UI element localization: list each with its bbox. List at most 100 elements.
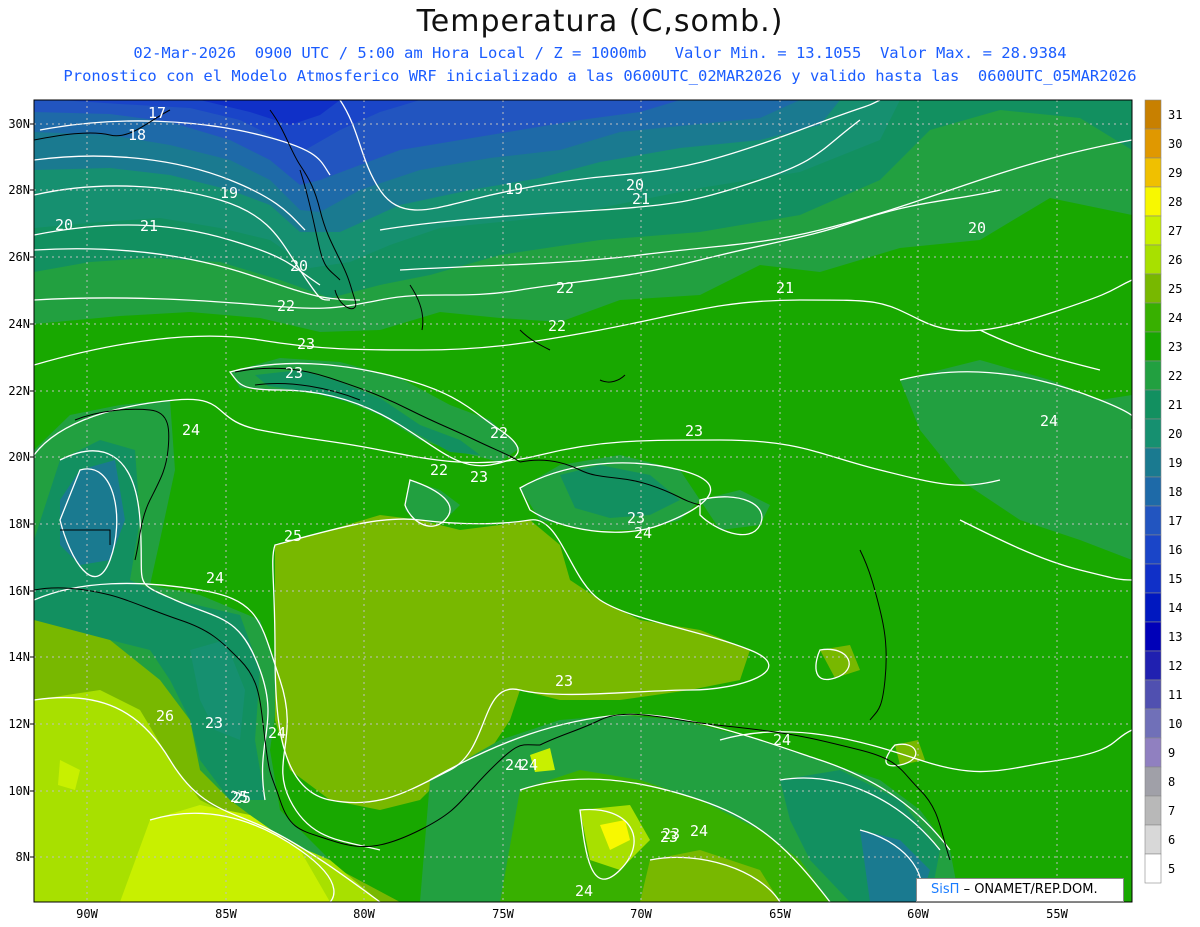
contour-label: 24 [690, 822, 708, 840]
contour-label: 24 [206, 569, 224, 587]
contour-label: 22 [548, 317, 566, 335]
colorbar-label: 24 [1168, 311, 1182, 325]
lat-label-30N: 30N [8, 117, 30, 131]
colorbar-label: 23 [1168, 340, 1182, 354]
colorbar-swatch [1144, 418, 1162, 449]
contour-label: 23 [297, 335, 315, 353]
colorbar-label: 8 [1168, 775, 1175, 789]
contour-label: 22 [277, 297, 295, 315]
contour-label: 25 [233, 789, 251, 807]
colorbar-label: 10 [1168, 717, 1182, 731]
contour-label: 21 [140, 217, 158, 235]
colorbar-swatch [1144, 389, 1162, 420]
sis-brand: SisΠ [931, 882, 960, 897]
colorbar-label: 17 [1168, 514, 1182, 528]
colorbar-swatch [1144, 215, 1162, 246]
contour-label: 24 [1040, 412, 1058, 430]
colorbar-swatch [1144, 273, 1162, 304]
lon-label-60W: 60W [907, 907, 929, 921]
latitude-labels: 30N 28N 26N 24N 22N 20N 18N 16N 14N 12N 10N 8N [8, 117, 34, 864]
lon-label-55W: 55W [1046, 907, 1068, 921]
contour-label: 20 [290, 257, 308, 275]
colorbar-swatch [1144, 737, 1162, 768]
colorbar-label: 20 [1168, 427, 1182, 441]
colorbar-swatch [1144, 563, 1162, 594]
colorbar-label: 6 [1168, 833, 1175, 847]
colorbar-swatch [1144, 795, 1162, 826]
lon-label-85W: 85W [215, 907, 237, 921]
lon-label-65W: 65W [769, 907, 791, 921]
colorbar-swatch [1144, 853, 1162, 884]
contour-label: 26 [156, 707, 174, 725]
colorbar-label: 13 [1168, 630, 1182, 644]
lon-label-70W: 70W [630, 907, 652, 921]
lat-label-8N: 8N [16, 850, 30, 864]
contour-label: 22 [430, 461, 448, 479]
colorbar-label: 22 [1168, 369, 1182, 383]
contour-label: 24 [268, 724, 286, 742]
lat-label-26N: 26N [8, 250, 30, 264]
colorbar-swatch [1144, 186, 1162, 217]
contour-label: 23 [285, 364, 303, 382]
colorbar-swatch [1144, 360, 1162, 391]
colorbar-swatch [1144, 650, 1162, 681]
colorbar-swatch [1144, 476, 1162, 507]
contour-label: 17 [148, 104, 166, 122]
contour-label: 22 [490, 424, 508, 442]
contour-label: 23 [470, 468, 488, 486]
colorbar-swatch [1144, 708, 1162, 739]
colorbar-swatch [1144, 302, 1162, 333]
colorbar-label: 21 [1168, 398, 1182, 412]
contour-label: 19 [505, 180, 523, 198]
colorbar-swatch [1144, 824, 1162, 855]
lat-label-22N: 22N [8, 384, 30, 398]
contour-label: 23 [685, 422, 703, 440]
contour-label: 20 [55, 216, 73, 234]
colorbar-label: 14 [1168, 601, 1182, 615]
lat-label-10N: 10N [8, 784, 30, 798]
contour-label: 24 [520, 756, 538, 774]
colorbar-swatch [1144, 679, 1162, 710]
colorbar-label: 5 [1168, 862, 1175, 876]
colorbar-swatch [1144, 621, 1162, 652]
contour-label: 24 [773, 731, 791, 749]
colorbar-label: 29 [1168, 166, 1182, 180]
credit-box: SisΠ – ONAMET/REP.DOM. [916, 878, 1124, 902]
contour-label: 18 [128, 126, 146, 144]
colorbar-swatch [1144, 128, 1162, 159]
colorbar-label: 19 [1168, 456, 1182, 470]
lat-label-20N: 20N [8, 450, 30, 464]
contour-label: 21 [776, 279, 794, 297]
lat-label-16N: 16N [8, 584, 30, 598]
lon-label-80W: 80W [353, 907, 375, 921]
contour-label: 22 [556, 279, 574, 297]
colorbar-label: 16 [1168, 543, 1182, 557]
colorbar-label: 28 [1168, 195, 1182, 209]
colorbar-swatch [1144, 766, 1162, 797]
contour-label: 24 [182, 421, 200, 439]
colorbar-label: 25 [1168, 282, 1182, 296]
colorbar-label: 12 [1168, 659, 1182, 673]
temperature-map: 171819 19 2020212120 2021222222232322222323… [8, 99, 1182, 921]
colorbar-swatch [1144, 99, 1162, 130]
colorbar-label: 9 [1168, 746, 1175, 760]
colorbar-label: 26 [1168, 253, 1182, 267]
colorbar-swatch [1144, 447, 1162, 478]
contour-label: 21 [632, 190, 650, 208]
colorbar-label: 15 [1168, 572, 1182, 586]
lon-label-75W: 75W [492, 907, 514, 921]
colorbar: 31 30 29 28 27 26 25 24 23 22 21 20 19 18 17 16 15 14 13 12… [1144, 99, 1182, 884]
colorbar-swatch [1144, 534, 1162, 565]
lat-label-18N: 18N [8, 517, 30, 531]
colorbar-swatch [1144, 157, 1162, 188]
credit-text: – ONAMET/REP.DOM. [963, 882, 1098, 897]
contour-label: 19 [220, 184, 238, 202]
colorbar-label: 27 [1168, 224, 1182, 238]
colorbar-label: 7 [1168, 804, 1175, 818]
contour-label: 24 [575, 882, 593, 900]
colorbar-swatch [1144, 592, 1162, 623]
contour-label: 25 [284, 527, 302, 545]
lat-label-24N: 24N [8, 317, 30, 331]
contour-label: 20 [968, 219, 986, 237]
colorbar-swatch [1144, 505, 1162, 536]
